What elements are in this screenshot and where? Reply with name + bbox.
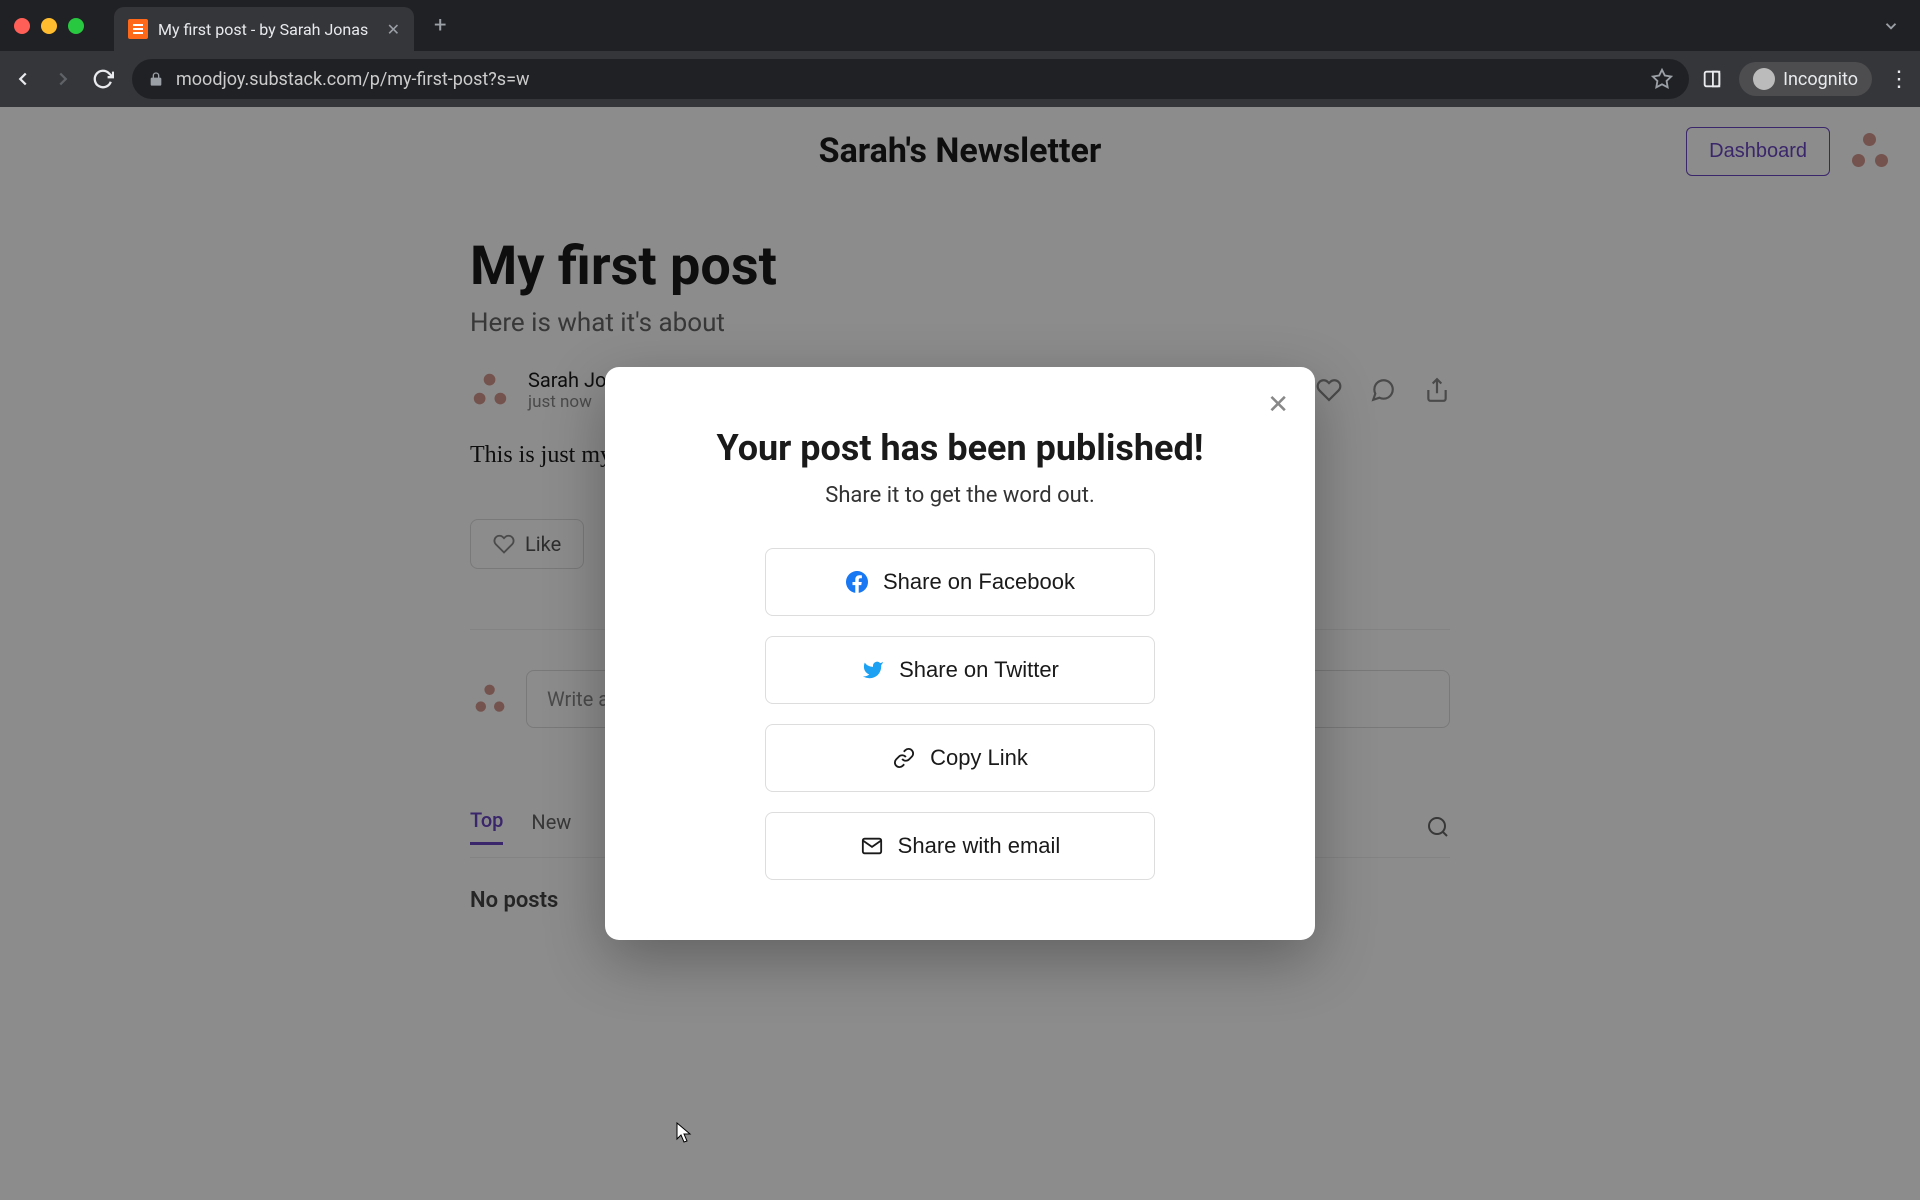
back-button[interactable]	[12, 68, 40, 90]
modal-title: Your post has been published!	[655, 427, 1265, 469]
tabs-overflow-button[interactable]	[1882, 17, 1900, 35]
url-text: moodjoy.substack.com/p/my-first-post?s=w	[176, 69, 530, 90]
incognito-icon	[1753, 68, 1775, 90]
email-icon	[860, 834, 884, 858]
share-modal: ✕ Your post has been published! Share it…	[605, 367, 1315, 940]
share-facebook-label: Share on Facebook	[883, 569, 1075, 595]
copy-link-label: Copy Link	[930, 745, 1028, 771]
twitter-icon	[861, 658, 885, 682]
close-window-button[interactable]	[14, 18, 30, 34]
tab-bar: My first post - by Sarah Jonas ✕ +	[0, 0, 1920, 51]
bookmark-button[interactable]	[1651, 68, 1673, 90]
modal-close-button[interactable]: ✕	[1267, 389, 1289, 420]
share-email-label: Share with email	[898, 833, 1061, 859]
share-facebook-button[interactable]: Share on Facebook	[765, 548, 1155, 616]
minimize-window-button[interactable]	[41, 18, 57, 34]
copy-link-button[interactable]: Copy Link	[765, 724, 1155, 792]
share-twitter-button[interactable]: Share on Twitter	[765, 636, 1155, 704]
extensions-button[interactable]	[1701, 68, 1723, 90]
share-twitter-label: Share on Twitter	[899, 657, 1059, 683]
close-tab-button[interactable]: ✕	[387, 20, 400, 39]
browser-toolbar: moodjoy.substack.com/p/my-first-post?s=w…	[0, 51, 1920, 107]
facebook-icon	[845, 570, 869, 594]
maximize-window-button[interactable]	[68, 18, 84, 34]
forward-button[interactable]	[52, 68, 80, 90]
lock-icon	[148, 71, 164, 87]
browser-tab[interactable]: My first post - by Sarah Jonas ✕	[114, 7, 414, 51]
modal-overlay[interactable]: ✕ Your post has been published! Share it…	[0, 107, 1920, 1200]
incognito-label: Incognito	[1783, 69, 1858, 90]
reload-button[interactable]	[92, 68, 120, 90]
window-controls	[14, 18, 84, 34]
browser-menu-button[interactable]: ⋮	[1888, 67, 1908, 92]
link-icon	[892, 746, 916, 770]
favicon-icon	[128, 19, 148, 39]
share-email-button[interactable]: Share with email	[765, 812, 1155, 880]
tab-title: My first post - by Sarah Jonas	[158, 20, 377, 39]
new-tab-button[interactable]: +	[434, 13, 446, 38]
browser-chrome: My first post - by Sarah Jonas ✕ + moodj…	[0, 0, 1920, 107]
address-bar[interactable]: moodjoy.substack.com/p/my-first-post?s=w	[132, 59, 1689, 99]
modal-subtitle: Share it to get the word out.	[655, 483, 1265, 508]
incognito-badge[interactable]: Incognito	[1739, 62, 1872, 96]
